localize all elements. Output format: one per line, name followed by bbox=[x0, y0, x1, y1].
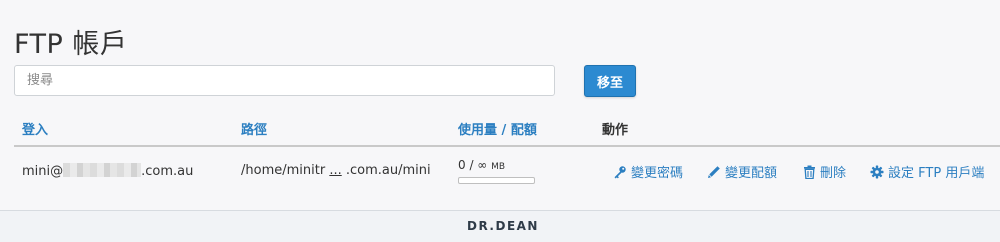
login-column-header[interactable]: 登入 bbox=[22, 119, 48, 138]
redacted-mask bbox=[63, 163, 142, 177]
usage-unit: MB bbox=[491, 162, 506, 172]
quota-header-label[interactable]: 配額 bbox=[511, 123, 537, 138]
configure-ftp-client-label[interactable]: 設定 FTP 用戶端 bbox=[888, 162, 984, 181]
configure-prefix[interactable]: 設定 bbox=[888, 166, 914, 181]
change-quota-label[interactable]: 變更配額 bbox=[725, 162, 777, 181]
login-suffix: .com.au bbox=[141, 164, 194, 179]
search-input[interactable] bbox=[14, 65, 555, 96]
path-prefix: /home/minitr bbox=[241, 163, 326, 178]
change-password-link[interactable]: 變更密碼 bbox=[613, 162, 683, 181]
path-column-header[interactable]: 路徑 bbox=[241, 119, 267, 138]
go-button[interactable]: 移至 bbox=[584, 65, 636, 97]
page-title: FTP 帳戶 bbox=[14, 29, 128, 60]
path-suffix: .com.au/mini bbox=[345, 163, 431, 178]
trash-icon bbox=[803, 165, 816, 179]
login-prefix: mini@ bbox=[22, 164, 64, 179]
delete-link[interactable]: 刪除 bbox=[803, 162, 846, 181]
usage-value: 0 / ∞ MB bbox=[458, 158, 505, 172]
table-header-divider bbox=[14, 145, 1000, 147]
login-cell: mini@ .com.au bbox=[22, 163, 193, 179]
path-cell: /home/minitr ... .com.au/mini bbox=[241, 163, 431, 178]
configure-ftp-client-link[interactable]: 設定 FTP 用戶端 bbox=[870, 162, 984, 181]
key-icon bbox=[613, 165, 627, 179]
gear-icon bbox=[870, 165, 884, 179]
delete-label[interactable]: 刪除 bbox=[820, 162, 846, 181]
configure-ftp[interactable]: FTP bbox=[918, 166, 941, 181]
usage-amount: 0 / ∞ bbox=[458, 158, 488, 172]
usage-quota-column-header[interactable]: 使用量 / 配額 bbox=[458, 119, 537, 138]
usage-progress-bar bbox=[458, 177, 535, 184]
usage-header-label[interactable]: 使用量 bbox=[458, 123, 497, 138]
actions-column-header: 動作 bbox=[602, 123, 629, 138]
path-ellipsis-toggle[interactable]: ... bbox=[329, 163, 341, 178]
brand-logo: DR.DEAN bbox=[467, 219, 539, 233]
change-quota-link[interactable]: 變更配額 bbox=[707, 162, 777, 181]
pencil-icon bbox=[707, 165, 721, 179]
configure-suffix[interactable]: 用戶端 bbox=[945, 166, 984, 181]
change-password-label[interactable]: 變更密碼 bbox=[631, 162, 683, 181]
